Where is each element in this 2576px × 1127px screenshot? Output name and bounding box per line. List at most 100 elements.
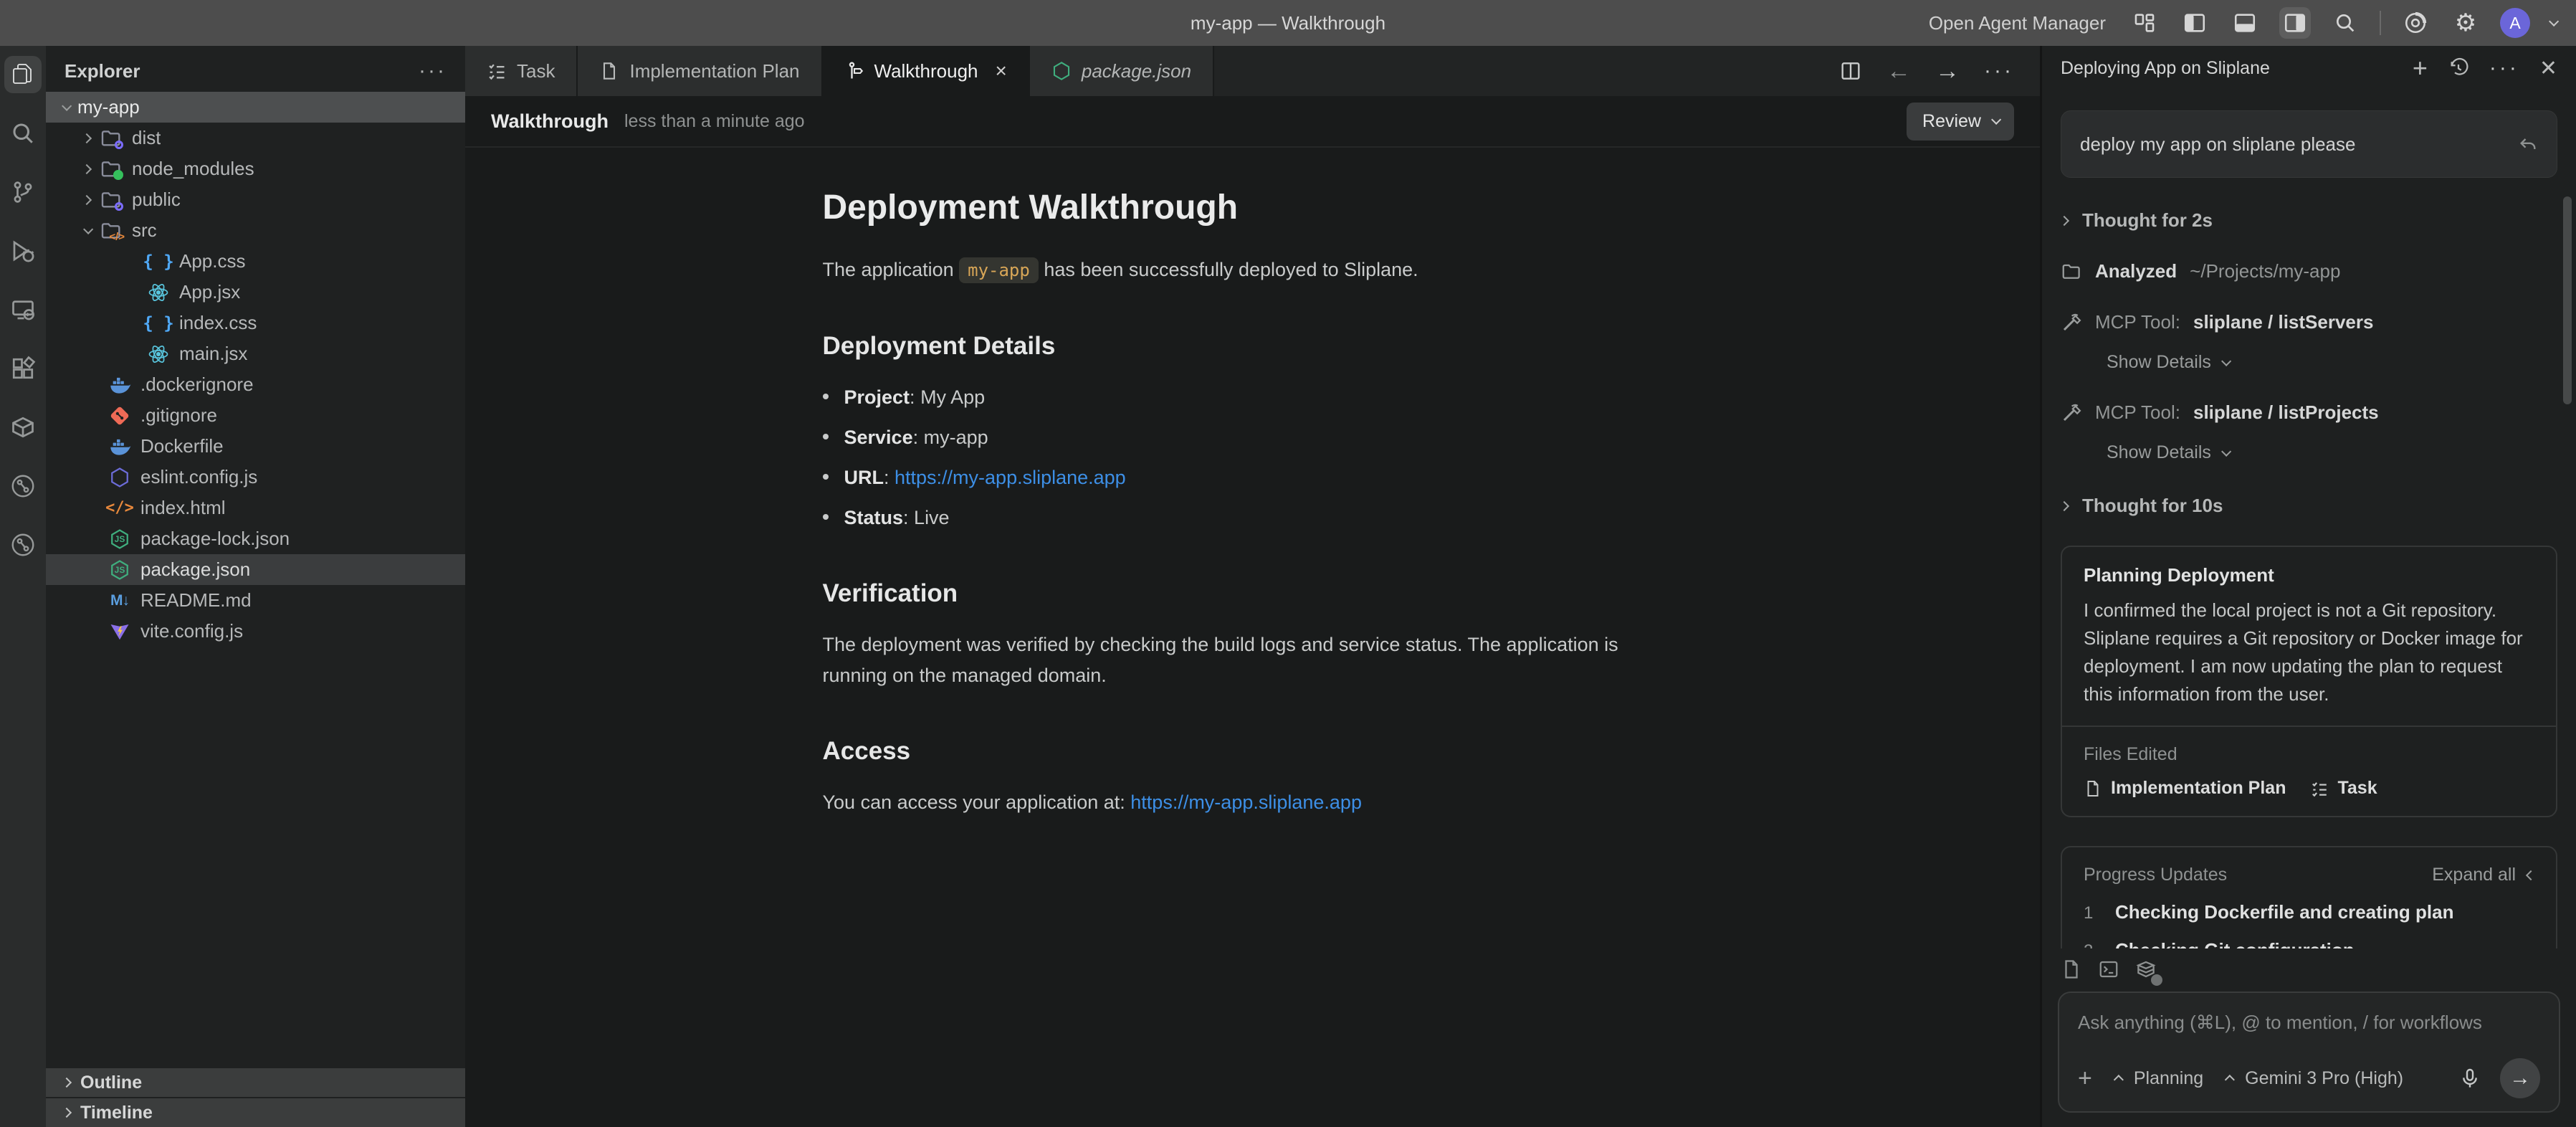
- chat-more-icon[interactable]: ···: [2489, 56, 2519, 80]
- progress-item[interactable]: 2Checking Git configuration: [2084, 939, 2534, 948]
- tree-item-src[interactable]: </>src: [46, 215, 465, 246]
- new-chat-icon[interactable]: +: [2413, 53, 2428, 83]
- tree-item-dockerignore[interactable]: .dockerignore: [46, 369, 465, 400]
- tree-item-index-html[interactable]: </>index.html: [46, 493, 465, 523]
- extensions-activity-icon[interactable]: [4, 350, 42, 387]
- hammer-icon: [2061, 402, 2082, 424]
- explorer-more-icon[interactable]: ···: [419, 59, 447, 83]
- file-chip-task[interactable]: Task: [2310, 778, 2377, 799]
- mcp-tool-row-listservers[interactable]: MCP Tool: sliplane / listServers: [2061, 311, 2557, 333]
- node-icon: [1051, 61, 1072, 81]
- outline-section-header[interactable]: Outline: [46, 1067, 465, 1097]
- agent-review-activity-icon[interactable]: [4, 526, 42, 564]
- attached-file-icon[interactable]: [2061, 959, 2082, 980]
- microphone-icon[interactable]: [2458, 1067, 2481, 1090]
- tree-item-app-jsx[interactable]: App.jsx: [46, 277, 465, 308]
- tree-item-package-lock[interactable]: JSpackage-lock.json: [46, 523, 465, 554]
- tab-walkthrough[interactable]: Walkthrough×: [823, 46, 1030, 96]
- thought-row-1[interactable]: Thought for 2s: [2061, 209, 2557, 232]
- open-agent-manager-button[interactable]: Open Agent Manager: [1929, 12, 2106, 34]
- layout-customize-icon[interactable]: [2129, 7, 2160, 39]
- split-editor-icon[interactable]: [1839, 60, 1862, 82]
- search-activity-icon[interactable]: [4, 115, 42, 152]
- access-paragraph: You can access your application at: http…: [823, 787, 1683, 818]
- explorer-activity-icon[interactable]: [4, 56, 42, 93]
- run-debug-activity-icon[interactable]: [4, 232, 42, 270]
- tree-item-app-css[interactable]: { }App.css: [46, 246, 465, 277]
- attached-terminal-icon[interactable]: [2098, 959, 2119, 980]
- editor-more-icon[interactable]: ···: [1984, 59, 2014, 83]
- search-icon[interactable]: [2329, 7, 2361, 39]
- tree-item-public[interactable]: public: [46, 184, 465, 215]
- timeline-section-header[interactable]: Timeline: [46, 1097, 465, 1127]
- title-bar: my-app — Walkthrough Open Agent Manager …: [0, 0, 2576, 46]
- tree-item-index-css[interactable]: { }index.css: [46, 308, 465, 338]
- folder-icon: [99, 188, 123, 212]
- chat-transcript[interactable]: deploy my app on sliplane please Thought…: [2042, 90, 2576, 948]
- access-url-link[interactable]: https://my-app.sliplane.app: [1130, 791, 1362, 813]
- deployment-url-link[interactable]: https://my-app.sliplane.app: [895, 467, 1126, 488]
- tree-item-dist[interactable]: dist: [46, 123, 465, 153]
- close-chat-icon[interactable]: ✕: [2539, 56, 2557, 81]
- agent-sessions-activity-icon[interactable]: [4, 467, 42, 505]
- restore-checkpoint-icon[interactable]: [2518, 134, 2538, 154]
- tree-item-package-json[interactable]: JSpackage.json: [46, 554, 465, 585]
- show-details-toggle[interactable]: Show Details: [2107, 442, 2557, 463]
- navigate-back-icon[interactable]: ←: [1886, 57, 1911, 85]
- navigate-forward-icon[interactable]: →: [1935, 57, 1960, 85]
- chat-scrollbar[interactable]: [2563, 196, 2572, 404]
- expand-all-button[interactable]: Expand all: [2432, 865, 2534, 885]
- model-selector[interactable]: Gemini 3 Pro (High): [2228, 1068, 2403, 1089]
- toggle-right-panel-icon[interactable]: [2279, 7, 2311, 39]
- tree-item-dockerfile[interactable]: Dockerfile: [46, 431, 465, 462]
- account-avatar[interactable]: A: [2500, 8, 2530, 38]
- doc-intro: The application my-app has been successf…: [823, 255, 1683, 286]
- progress-updates-title: Progress Updates: [2084, 865, 2227, 885]
- remote-explorer-activity-icon[interactable]: [4, 291, 42, 328]
- mcp-tool-row-listprojects[interactable]: MCP Tool: sliplane / listProjects: [2061, 401, 2557, 424]
- tree-item-node-modules[interactable]: node_modules: [46, 153, 465, 184]
- tree-item-main-jsx[interactable]: main.jsx: [46, 338, 465, 369]
- send-button[interactable]: →: [2500, 1058, 2540, 1098]
- chat-history-icon[interactable]: [2448, 57, 2469, 79]
- thought-row-2[interactable]: Thought for 10s: [2061, 495, 2557, 517]
- browser-icon[interactable]: [2400, 7, 2431, 39]
- add-context-icon[interactable]: +: [2078, 1065, 2092, 1093]
- git-icon: [108, 404, 132, 428]
- show-details-toggle[interactable]: Show Details: [2107, 352, 2557, 373]
- folder-icon: [99, 126, 123, 151]
- editor-area: Task Implementation Plan Walkthrough× pa…: [465, 46, 2040, 1127]
- toggle-left-panel-icon[interactable]: [2179, 7, 2210, 39]
- review-button[interactable]: Review: [1907, 103, 2014, 141]
- tree-item-eslint-config[interactable]: eslint.config.js: [46, 462, 465, 493]
- tree-item-vite-config[interactable]: vite.config.js: [46, 616, 465, 647]
- tab-implementation-plan[interactable]: Implementation Plan: [578, 46, 822, 96]
- close-tab-icon[interactable]: ×: [996, 60, 1007, 82]
- plan-title: Planning Deployment: [2084, 564, 2534, 586]
- hammer-icon: [2061, 312, 2082, 333]
- walkthrough-timestamp: less than a minute ago: [624, 111, 805, 132]
- chat-input-box[interactable]: Ask anything (⌘L), @ to mention, / for w…: [2058, 992, 2560, 1113]
- document-viewport[interactable]: Deployment Walkthrough The application m…: [465, 148, 2040, 1127]
- account-chevron-down-icon[interactable]: [2549, 16, 2559, 27]
- tree-item-readme[interactable]: M↓README.md: [46, 585, 465, 616]
- tab-package-json[interactable]: package.json: [1030, 46, 1214, 96]
- tab-task[interactable]: Task: [465, 46, 578, 96]
- file-chip-implementation-plan[interactable]: Implementation Plan: [2084, 778, 2286, 799]
- analyzed-row[interactable]: Analyzed ~/Projects/my-app: [2061, 260, 2557, 282]
- list-item: Service: my-app: [823, 422, 1683, 453]
- mode-selector[interactable]: Planning: [2117, 1068, 2203, 1089]
- chat-input-placeholder[interactable]: Ask anything (⌘L), @ to mention, / for w…: [2078, 1012, 2540, 1034]
- progress-updates-card: Progress Updates Expand all 1Checking Do…: [2061, 846, 2557, 948]
- list-item: Project: My App: [823, 382, 1683, 413]
- walkthrough-doc-title: Walkthrough: [491, 110, 609, 133]
- tree-item-my-app[interactable]: my-app: [46, 92, 465, 123]
- progress-item[interactable]: 1Checking Dockerfile and creating plan: [2084, 901, 2534, 923]
- tree-item-gitignore[interactable]: .gitignore: [46, 400, 465, 431]
- settings-gear-icon[interactable]: ⚙: [2450, 7, 2481, 39]
- list-item: URL: https://my-app.sliplane.app: [823, 462, 1683, 493]
- toggle-bottom-panel-icon[interactable]: [2229, 7, 2261, 39]
- chat-title: Deploying App on Sliplane: [2061, 58, 2270, 79]
- containers-activity-icon[interactable]: [4, 409, 42, 446]
- source-control-activity-icon[interactable]: [4, 173, 42, 211]
